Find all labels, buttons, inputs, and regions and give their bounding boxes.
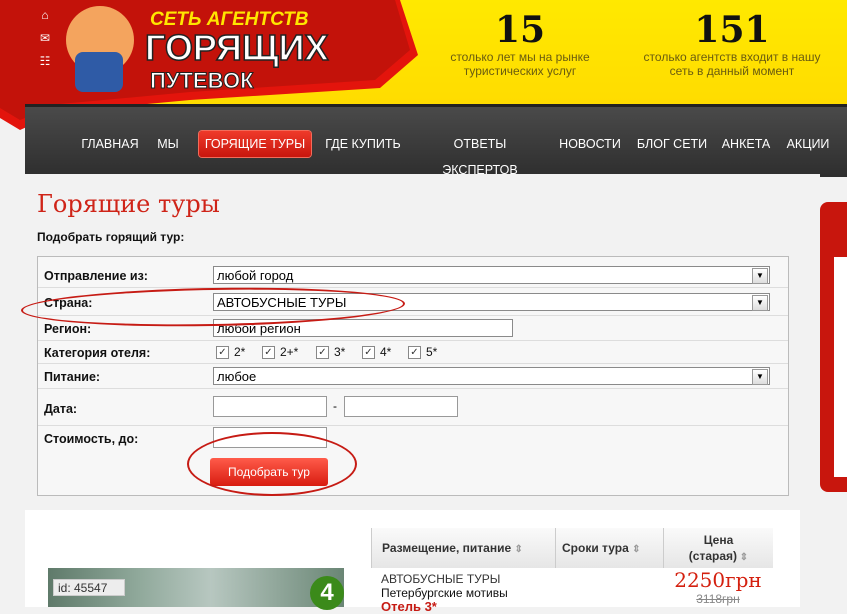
page-subtitle: Подобрать горящий тур: [37,230,185,244]
annotation-oval-button [187,432,357,496]
stat-years-caption: столько лет мы на рынке [450,50,590,64]
checkbox-checked-icon[interactable]: ✓ [262,346,275,360]
row-hotel-category: Категория отеля: ✓ 2* ✓ 2+* ✓ 3* ✓ 4* ✓ 5* [38,341,788,364]
chevron-down-icon[interactable]: ▼ [752,369,768,385]
food-value: любое [217,369,257,384]
stat-agencies-caption: столько агентств входит в нашу [643,50,821,64]
food-select[interactable]: любое ▼ [213,367,770,385]
checkbox-checked-icon[interactable]: ✓ [216,346,229,360]
chevron-down-icon[interactable]: ▼ [752,268,768,284]
main-nav: ГЛАВНАЯ МЫ ГОРЯЩИЕ ТУРЫ ГДЕ КУПИТЬ ОТВЕТ… [25,104,847,177]
mail-icon[interactable]: ✉ [38,31,52,45]
hotel-cat-5[interactable]: ✓ 5* [408,345,437,360]
th-placement[interactable]: Размещение, питание ⇕ [371,528,555,568]
stat-years: 15 столько лет мы на рынке туристических… [445,10,595,78]
th-price[interactable]: Цена (старая) ⇕ [663,528,773,568]
nav-where-buy[interactable]: ГДЕ КУПИТЬ [322,131,404,157]
food-label: Питание: [44,370,101,384]
hotel-cat-2plus[interactable]: ✓ 2+* [262,345,298,360]
nav-hot-tours[interactable]: ГОРЯЩИЕ ТУРЫ [199,131,311,157]
date-from-input[interactable] [213,396,327,417]
main-content: Горящие туры Подобрать горящий тур: Отпр… [20,174,820,614]
hotel-category-options: ✓ 2* ✓ 2+* ✓ 3* ✓ 4* ✓ 5* [216,345,516,361]
side-widget [820,192,847,492]
departure-value: любой город [217,268,294,283]
page-title: Горящие туры [37,190,220,218]
tour-photo[interactable]: id: 45547 4 [48,568,344,610]
tour-type: АВТОБУСНЫЕ ТУРЫ [381,572,501,586]
results-table: Размещение, питание ⇕ Сроки тура ⇕ Цена … [25,510,800,614]
checkbox-checked-icon[interactable]: ✓ [316,346,329,360]
date-separator: - [333,399,337,413]
brand-line3: ПУТЕВОК [150,68,254,93]
th-dates[interactable]: Сроки тура ⇕ [555,528,663,568]
stat-years-caption2: туристических услуг [463,64,577,78]
tour-price-old: 3118грн [696,592,740,606]
row-departure: Отправление из: любой город ▼ [38,261,788,288]
region-label: Регион: [44,322,92,336]
tour-price-current: 2250грн [674,568,762,592]
side-widget-body [834,257,847,477]
results-header: Размещение, питание ⇕ Сроки тура ⇕ Цена … [48,528,773,568]
tour-name[interactable]: Петербургские мотивы [381,586,508,600]
nav-blog[interactable]: БЛОГ СЕТИ [635,131,709,157]
tour-hotel: Отель 3* [381,599,437,614]
side-widget-card [820,202,847,492]
stat-years-value: 15 [494,9,546,51]
hotel-cat-4[interactable]: ✓ 4* [362,345,391,360]
hotel-cat-2[interactable]: ✓ 2* [216,345,245,360]
stat-agencies: 151 столько агентств входит в нашу сеть … [632,10,832,78]
nav-about[interactable]: МЫ [152,131,184,157]
departure-select[interactable]: любой город ▼ [213,266,770,284]
row-cost: Стоимость, до: [38,426,788,452]
nav-survey[interactable]: АНКЕТА [720,131,772,157]
home-icon[interactable]: ⌂ [38,8,52,22]
cost-label: Стоимость, до: [44,432,139,446]
date-to-input[interactable] [344,396,458,417]
checkbox-checked-icon[interactable]: ✓ [362,346,375,360]
stat-agencies-value: 151 [694,9,770,51]
checkbox-checked-icon[interactable]: ✓ [408,346,421,360]
tour-price: 2250грн 3118грн [663,568,773,607]
tour-rating-badge: 4 [310,576,344,610]
sort-icon[interactable]: ⇕ [632,544,640,555]
chevron-down-icon[interactable]: ▼ [752,295,768,311]
row-food: Питание: любое ▼ [38,364,788,389]
hotel-cat-3[interactable]: ✓ 3* [316,345,345,360]
sitemap-icon[interactable]: ☷ [38,54,52,68]
nav-home[interactable]: ГЛАВНАЯ [77,131,143,157]
nav-experts[interactable]: ОТВЕТЫ ЭКСПЕРТОВ [415,131,545,177]
departure-label: Отправление из: [44,269,148,283]
nav-promo[interactable]: АКЦИИ [783,131,833,157]
nav-news[interactable]: НОВОСТИ [557,131,623,157]
stat-agencies-caption2: сеть в данный момент [669,64,795,78]
sort-icon[interactable]: ⇕ [514,544,522,555]
th-photo [48,528,371,568]
site-header: СЕТЬ АГЕНТСТВ ГОРЯЩИХ ПУТЕВОК ⌂ ✉ ☷ 15 с… [0,0,847,130]
tour-info: АВТОБУСНЫЕ ТУРЫ Петербургские мотивы Оте… [381,572,508,614]
sort-icon[interactable]: ⇕ [737,552,748,563]
tour-id: id: 45547 [53,579,125,596]
header-quick-icons: ⌂ ✉ ☷ [38,8,54,77]
hotel-category-label: Категория отеля: [44,346,151,360]
date-label: Дата: [44,402,78,416]
row-date: Дата: - [38,389,788,426]
brand-line2: ГОРЯЩИХ [145,27,329,68]
